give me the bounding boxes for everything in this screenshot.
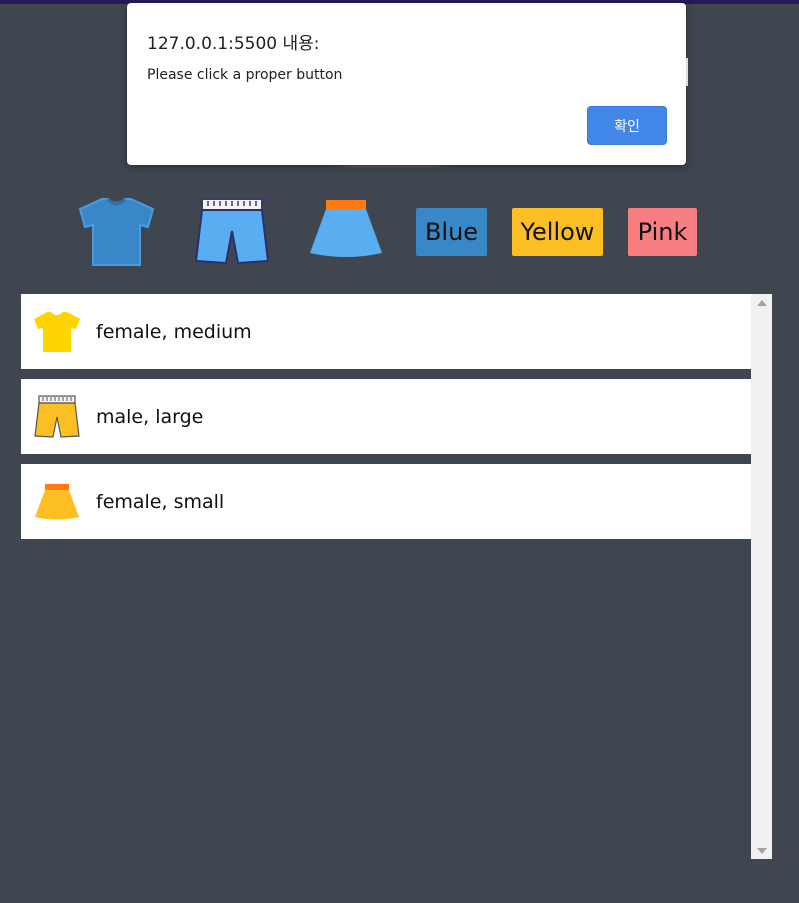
item-thumb [33, 308, 81, 356]
toolbar: Blue Yellow Pink [0, 193, 799, 268]
item-list[interactable]: female, medium male, large female, small [21, 294, 772, 859]
item-label: female, medium [96, 320, 252, 343]
item-label: female, small [96, 490, 225, 513]
skirt-icon [35, 483, 79, 519]
shorts-button[interactable] [194, 197, 270, 265]
dialog-message: Please click a proper button [147, 67, 343, 83]
shorts-icon [34, 394, 80, 438]
shorts-icon [194, 198, 270, 265]
list-item[interactable]: male, large [21, 379, 751, 454]
ok-button[interactable]: 확인 [587, 106, 667, 145]
tshirt-icon [78, 197, 155, 266]
tshirt-icon [34, 311, 80, 352]
tshirt-button[interactable] [78, 195, 155, 267]
skirt-button[interactable] [308, 199, 384, 259]
item-label: male, large [96, 405, 204, 428]
item-thumb [33, 478, 81, 526]
dialog-title: 127.0.0.1:5500 내용: [147, 34, 320, 54]
list-item[interactable]: female, medium [21, 294, 751, 369]
alert-dialog: 127.0.0.1:5500 내용: Please click a proper… [127, 3, 686, 165]
yellow-button[interactable]: Yellow [512, 208, 603, 256]
item-thumb [33, 393, 81, 441]
pink-button[interactable]: Pink [628, 208, 697, 256]
scroll-up-arrow-icon[interactable] [751, 294, 772, 311]
list-item[interactable]: female, small [21, 464, 751, 539]
scroll-down-arrow-icon[interactable] [751, 842, 772, 859]
blue-button[interactable]: Blue [416, 208, 487, 256]
list-scrollbar[interactable] [751, 294, 772, 859]
skirt-icon [310, 200, 382, 257]
